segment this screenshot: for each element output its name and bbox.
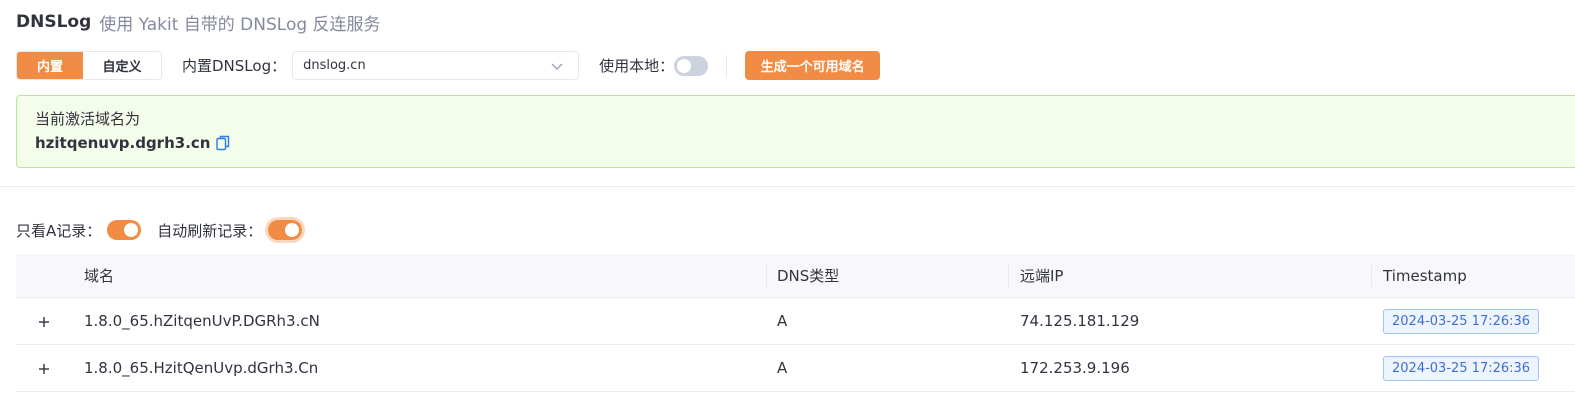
table-row[interactable]: 1.8.0_65.HzitQenUvp.dGrh3.Cn A 172.253.9…: [16, 345, 1575, 392]
chevron-down-icon: [551, 63, 563, 70]
table-row[interactable]: 1.8.0_65.hZitqenUvP.DGRh3.cN A 74.125.18…: [16, 298, 1575, 345]
controls-bar: 内置 自定义 内置DNSLog： dnslog.cn 使用本地： 生成一个可用域…: [16, 51, 881, 80]
filters-bar: 只看A记录： 自动刷新记录：: [16, 219, 303, 241]
column-header-domain: 域名: [84, 267, 115, 285]
cell-remote-ip: 172.253.9.196: [1020, 359, 1130, 377]
cell-domain: 1.8.0_65.HzitQenUvp.dGrh3.Cn: [84, 359, 319, 377]
active-domain-row: hzitqenuvp.dgrh3.cn: [35, 134, 1572, 152]
cell-timestamp: 2024-03-25 17:26:36: [1383, 355, 1540, 381]
timestamp-tag: 2024-03-25 17:26:36: [1383, 308, 1540, 334]
plus-icon[interactable]: [36, 361, 52, 377]
mode-segmented-control: 内置 自定义: [16, 51, 162, 80]
only-a-record-toggle[interactable]: [107, 220, 142, 240]
copy-icon[interactable]: [216, 135, 230, 151]
plus-icon[interactable]: [36, 314, 52, 330]
column-separator: [1371, 265, 1372, 287]
builtin-dnslog-select-value: dnslog.cn: [303, 58, 366, 73]
column-header-dns-type: DNS类型: [777, 267, 840, 285]
dns-records-table: 域名 DNS类型 远端IP Timestamp 1.8.0_65.hZitqen…: [16, 254, 1575, 392]
toggle-knob: [677, 58, 692, 73]
cell-dns-type: A: [777, 312, 788, 330]
use-local-label: 使用本地：: [599, 57, 675, 75]
column-separator: [766, 265, 767, 287]
tab-custom[interactable]: 自定义: [83, 52, 161, 79]
only-a-record-label: 只看A记录：: [16, 221, 102, 240]
column-header-timestamp: Timestamp: [1383, 266, 1467, 285]
toggle-knob: [124, 223, 139, 237]
builtin-dnslog-select[interactable]: dnslog.cn: [292, 51, 580, 80]
active-domain-value: hzitqenuvp.dgrh3.cn: [35, 134, 211, 152]
use-local-toggle[interactable]: [674, 55, 709, 76]
cell-remote-ip: 74.125.181.129: [1020, 312, 1140, 330]
page-title: DNSLog: [16, 12, 92, 32]
page-subtitle: 使用 Yakit 自带的 DNSLog 反连服务: [99, 14, 381, 35]
auto-refresh-toggle[interactable]: [268, 220, 303, 240]
cell-timestamp: 2024-03-25 17:26:36: [1383, 308, 1540, 334]
expand-column-header: [16, 254, 72, 297]
builtin-dnslog-label: 内置DNSLog：: [182, 57, 287, 75]
table-header: 域名 DNS类型 远端IP Timestamp: [16, 254, 1575, 298]
page-header: DNSLog 使用 Yakit 自带的 DNSLog 反连服务: [16, 9, 381, 35]
toggle-knob: [285, 223, 300, 237]
active-domain-alert: 当前激活域名为 hzitqenuvp.dgrh3.cn: [16, 95, 1575, 168]
active-domain-label: 当前激活域名为: [35, 110, 141, 128]
tab-builtin[interactable]: 内置: [17, 52, 83, 79]
column-header-remote-ip: 远端IP: [1020, 267, 1064, 285]
timestamp-tag: 2024-03-25 17:26:36: [1383, 355, 1540, 381]
cell-domain: 1.8.0_65.hZitqenUvP.DGRh3.cN: [84, 312, 320, 330]
divider: [726, 54, 728, 77]
cell-dns-type: A: [777, 359, 788, 377]
generate-domain-button[interactable]: 生成一个可用域名: [745, 51, 881, 80]
auto-refresh-label: 自动刷新记录：: [157, 221, 263, 240]
section-divider: [0, 186, 1575, 187]
column-separator: [1008, 265, 1009, 287]
